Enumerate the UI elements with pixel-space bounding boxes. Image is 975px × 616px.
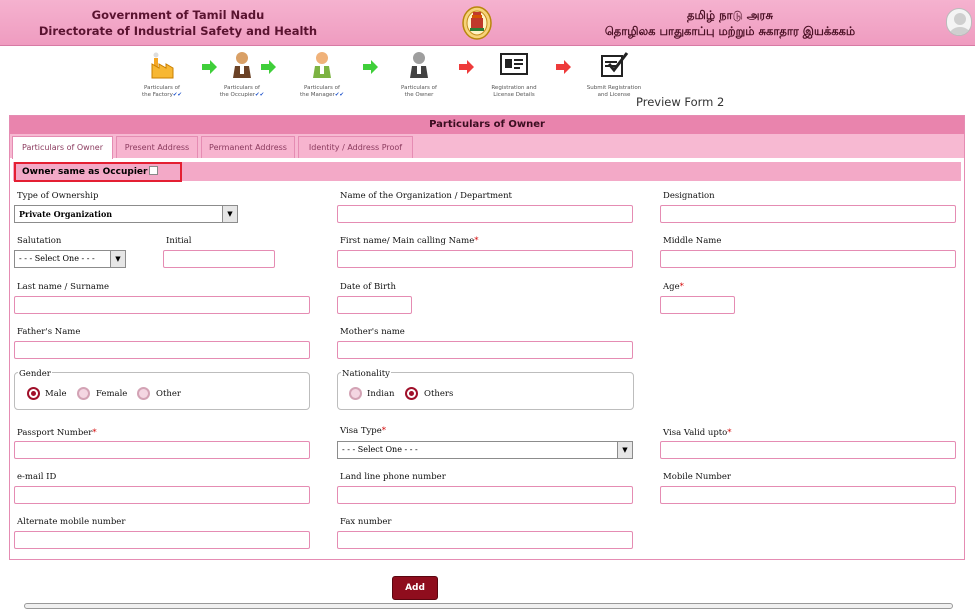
step-manager[interactable]: Particulars of the Manager✔✔ — [292, 50, 352, 99]
nationality-group: Nationality Indian Others — [337, 369, 634, 410]
label-designation: Designation — [663, 191, 715, 201]
header-gov-name: Government of Tamil Nadu — [91, 8, 265, 22]
header-tamil-gov-name: தமிழ் நாடு அரசு — [687, 8, 773, 22]
label-org-name: Name of the Organization / Department — [340, 191, 512, 201]
input-landline[interactable] — [337, 486, 633, 504]
label-visa-valid: Visa Valid upto* — [663, 428, 732, 438]
label-middle-name: Middle Name — [663, 236, 722, 246]
header-directorate-name: Directorate of Industrial Safety and Hea… — [38, 24, 318, 38]
owner-same-as-occupier[interactable]: Owner same as Occupier — [14, 162, 182, 182]
label-mother-name: Mother's name — [340, 327, 405, 337]
label-last-name: Last name / Surname — [17, 282, 110, 292]
label-father-name: Father's Name — [17, 327, 81, 337]
step-owner[interactable]: Particulars of the Owner — [389, 50, 449, 99]
input-org-name[interactable] — [337, 205, 633, 223]
input-middle-name[interactable] — [660, 250, 956, 268]
label-fax: Fax number — [340, 517, 392, 527]
label-visa-type: Visa Type* — [340, 426, 387, 436]
user-avatar-icon[interactable] — [946, 8, 972, 36]
select-visa-type[interactable]: - - - Select One - - - ▼ — [337, 441, 633, 459]
gender-group: Gender Male Female Other — [14, 369, 310, 410]
label-passport: Passport Number* — [17, 428, 97, 438]
input-mother-name[interactable] — [337, 341, 633, 359]
tamil-nadu-emblem-icon — [462, 6, 492, 40]
chevron-down-icon: ▼ — [222, 206, 237, 222]
chevron-down-icon: ▼ — [110, 251, 125, 267]
label-mobile: Mobile Number — [663, 472, 731, 482]
panel-title: Particulars of Owner — [10, 116, 964, 134]
radio-nationality-others[interactable] — [405, 387, 418, 400]
label-gender-male: Male — [45, 389, 67, 399]
label-gender-female: Female — [96, 389, 128, 399]
step-registration[interactable]: Registration and License Details — [484, 50, 544, 99]
label-gender-other: Other — [156, 389, 181, 399]
input-email[interactable] — [14, 486, 310, 504]
header-left-title: Government of Tamil Nadu Directorate of … — [0, 7, 356, 39]
label-nationality-indian: Indian — [367, 389, 395, 399]
factory-icon — [151, 52, 174, 79]
label-email: e-mail ID — [17, 472, 57, 482]
tab-bar: Particulars of Owner Present Address Per… — [10, 134, 964, 159]
select-type-of-ownership-value: Private Organization — [19, 209, 113, 219]
label-type-of-ownership: Type of Ownership — [17, 191, 99, 201]
label-gender: Gender — [18, 369, 52, 379]
label-initial: Initial — [166, 236, 192, 246]
label-dob: Date of Birth — [340, 282, 396, 292]
input-passport[interactable] — [14, 441, 310, 459]
radio-gender-female[interactable] — [77, 387, 90, 400]
arrow-right-red-icon — [459, 60, 474, 74]
registration-steps: Particulars of the Factory✔✔ Particulars … — [0, 46, 975, 116]
input-age[interactable] — [660, 296, 735, 314]
label-salutation: Salutation — [17, 236, 62, 246]
input-alt-mobile[interactable] — [14, 531, 310, 549]
input-fax[interactable] — [337, 531, 633, 549]
submit-check-icon — [601, 52, 629, 77]
registration-card-icon — [500, 53, 528, 75]
header-right-title: தமிழ் நாடு அரசு தொழிலக பாதுகாப்பு மற்றும… — [560, 7, 900, 39]
owner-same-checkbox[interactable] — [149, 166, 159, 175]
occupier-icon — [233, 52, 251, 78]
owner-icon — [410, 52, 428, 78]
arrow-right-green-icon — [363, 60, 378, 74]
input-visa-valid[interactable] — [660, 441, 956, 459]
tab-present-address[interactable]: Present Address — [116, 136, 198, 158]
tab-identity-address-proof[interactable]: Identity / Address Proof — [298, 136, 413, 158]
tab-particulars-of-owner[interactable]: Particulars of Owner — [12, 136, 113, 159]
label-nationality: Nationality — [341, 369, 391, 379]
label-first-name: First name/ Main calling Name* — [340, 236, 479, 246]
owner-panel: Particulars of Owner Particulars of Owne… — [9, 115, 965, 560]
input-initial[interactable] — [163, 250, 275, 268]
input-father-name[interactable] — [14, 341, 310, 359]
add-button[interactable]: Add — [392, 576, 438, 600]
label-nationality-others: Others — [424, 389, 454, 399]
select-visa-type-value: - - - Select One - - - — [342, 445, 418, 454]
step-occupier[interactable]: Particulars of the Occupier✔✔ — [212, 50, 272, 99]
step-factory[interactable]: Particulars of the Factory✔✔ — [132, 50, 192, 99]
radio-nationality-indian[interactable] — [349, 387, 362, 400]
label-alt-mobile: Alternate mobile number — [17, 517, 126, 527]
input-mobile[interactable] — [660, 486, 956, 504]
radio-gender-other[interactable] — [137, 387, 150, 400]
select-type-of-ownership[interactable]: Private Organization ▼ — [14, 205, 238, 223]
chevron-down-icon: ▼ — [617, 442, 632, 458]
page-header: Government of Tamil Nadu Directorate of … — [0, 0, 975, 46]
manager-icon — [313, 52, 331, 78]
select-salutation-value: - - - Select One - - - — [19, 254, 95, 263]
input-designation[interactable] — [660, 205, 956, 223]
input-first-name[interactable] — [337, 250, 633, 268]
input-last-name[interactable] — [14, 296, 310, 314]
arrow-right-green-icon — [261, 60, 276, 74]
horizontal-scrollbar[interactable] — [24, 603, 953, 609]
select-salutation[interactable]: - - - Select One - - - ▼ — [14, 250, 126, 268]
input-dob[interactable] — [337, 296, 412, 314]
label-age: Age* — [663, 282, 684, 292]
tab-permanent-address[interactable]: Permanent Address — [201, 136, 295, 158]
radio-gender-male[interactable] — [27, 387, 40, 400]
step-submit[interactable]: Submit Registration and License — [584, 50, 644, 99]
preview-form-link[interactable]: Preview Form 2 — [636, 95, 724, 109]
label-landline: Land line phone number — [340, 472, 446, 482]
arrow-right-red-icon — [556, 60, 571, 74]
owner-same-label: Owner same as Occupier — [22, 167, 148, 177]
header-tamil-directorate-name: தொழிலக பாதுகாப்பு மற்றும் சுகாதார இயக்கக… — [604, 24, 856, 38]
